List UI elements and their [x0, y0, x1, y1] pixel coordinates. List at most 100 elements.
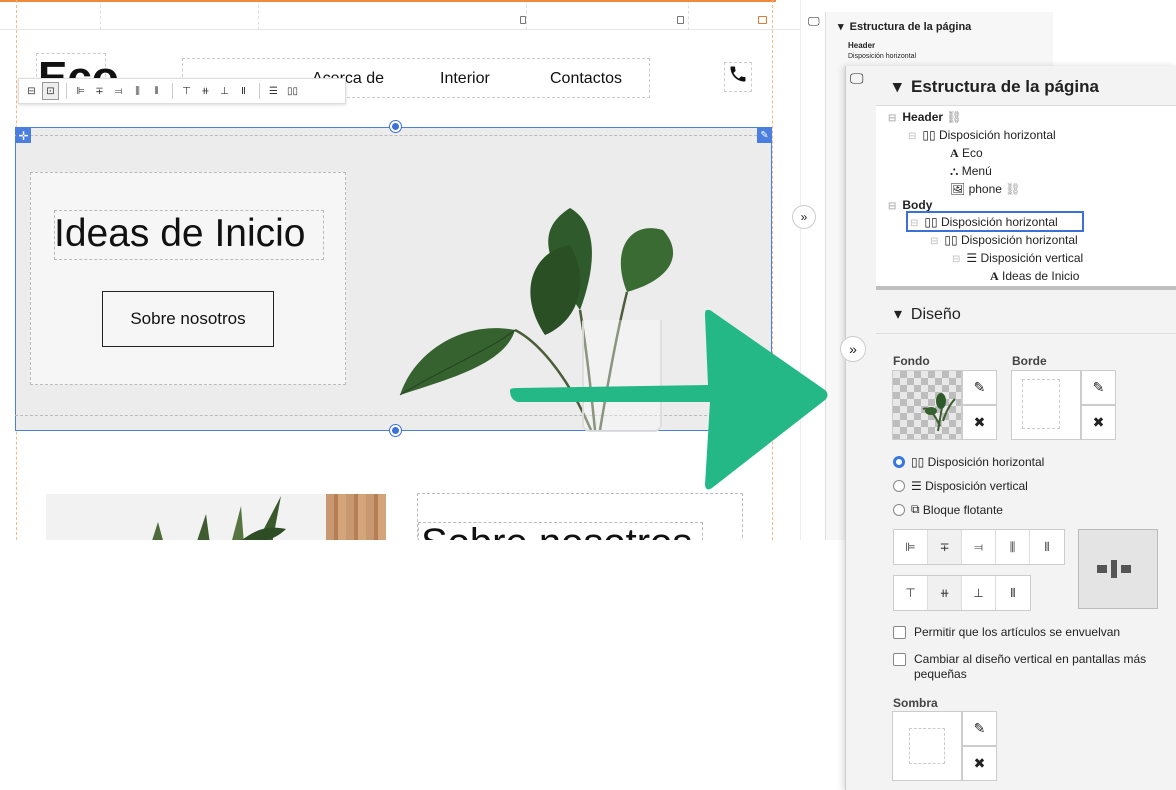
space-between-icon[interactable]: ⫴	[1030, 530, 1064, 564]
checkbox-label: Cambiar al diseño vertical en pantallas …	[914, 652, 1147, 681]
align-right-icon[interactable]: ⫤	[110, 82, 127, 100]
radio-floating-block[interactable]: ⧉ Bloque flotante	[893, 502, 1003, 517]
move-handle-icon[interactable]: ✛	[16, 128, 31, 143]
remove-background-icon[interactable]: ✖	[962, 405, 997, 440]
fill-width-icon[interactable]: ⊡	[42, 82, 59, 100]
tree-item-body-layout-selected[interactable]: ⊟ ▯▯ Disposición horizontal	[910, 215, 1058, 229]
edit-shadow-icon[interactable]: ✎	[962, 711, 997, 746]
vertical-layout-icon[interactable]: ☰	[265, 82, 282, 100]
tree-item-nested-horizontal[interactable]: ⊟ ▯▯ Disposición horizontal	[930, 233, 1078, 247]
vertical-layout-icon: ☰	[966, 251, 978, 265]
align-center-icon[interactable]: ∓	[91, 82, 108, 100]
horizontal-layout-icon: ▯▯	[922, 128, 936, 142]
hero-title[interactable]: Ideas de Inicio	[54, 212, 306, 256]
align-right-icon[interactable]: ⫤	[962, 530, 996, 564]
radio-vertical-layout[interactable]: ☰ Disposición vertical	[893, 479, 1028, 493]
hero-text-container[interactable]	[30, 172, 346, 385]
desktop-view-icon[interactable]: 🖵	[850, 70, 864, 87]
back-panel-title: ▾ Estructura de la página	[838, 21, 972, 33]
radio-label: Bloque flotante	[922, 502, 1003, 517]
edit-pencil-icon[interactable]: ✎	[757, 128, 772, 143]
tree-label: Disposición horizontal	[938, 128, 1056, 142]
space-around-icon[interactable]: ⫼	[996, 530, 1030, 564]
fit-content-icon[interactable]: ⊟	[23, 82, 40, 100]
structure-title[interactable]: ▾ Estructura de la página	[893, 77, 1099, 97]
align-left-icon[interactable]: ⊫	[72, 82, 89, 100]
alignment-preview-icon	[1097, 560, 1131, 578]
radio-checked[interactable]	[893, 456, 905, 468]
layout-toolbar: ⊟ ⊡ ⊫ ∓ ⫤ ⫼ ⫴ ⊤ ⧺ ⊥ Ⅱ ☰ ▯▯	[18, 78, 346, 104]
align-bottom-icon[interactable]: ⊥	[216, 82, 233, 100]
collapse-toggle-icon[interactable]: ⊟	[888, 113, 896, 124]
menu-item-interior[interactable]: Interior	[440, 70, 490, 88]
edit-background-icon[interactable]: ✎	[962, 370, 997, 405]
back-panel-header-item[interactable]: Header	[848, 41, 875, 50]
vertical-layout-icon: ☰	[911, 479, 922, 493]
edit-border-icon[interactable]: ✎	[1081, 370, 1116, 405]
align-middle-icon[interactable]: ⧺	[928, 576, 962, 610]
hero-about-button[interactable]: Sobre nosotros	[102, 291, 274, 347]
checkbox-label: Permitir que los artículos se envuelvan	[914, 625, 1121, 639]
stretch-icon[interactable]: Ⅱ	[996, 576, 1030, 610]
vertical-on-small-option[interactable]: Cambiar al diseño vertical en pantallas …	[893, 652, 1163, 682]
design-title[interactable]: ▾ Diseño	[894, 304, 961, 324]
laptop-breakpoint-icon[interactable]	[758, 16, 767, 24]
collapse-toggle-icon[interactable]: ⊟	[888, 201, 896, 212]
horizontal-layout-icon[interactable]: ▯▯	[284, 82, 301, 100]
align-middle-icon[interactable]: ⧺	[197, 82, 214, 100]
collapse-toggle-icon[interactable]: ⊟	[952, 254, 960, 265]
tree-label: Body	[902, 198, 933, 212]
mobile-breakpoint-icon[interactable]	[520, 16, 526, 24]
radio-unchecked[interactable]	[893, 480, 905, 492]
collapse-toggle-icon[interactable]: ⊟	[908, 131, 916, 142]
wrap-items-option[interactable]: Permitir que los artículos se envuelvan	[893, 625, 1163, 640]
background-label: Fondo	[893, 354, 930, 368]
wrap-items-checkbox[interactable]	[893, 626, 906, 639]
align-center-icon[interactable]: ∓	[928, 530, 962, 564]
resize-handle-top[interactable]	[390, 121, 401, 132]
tree-item-menu[interactable]: ⛬ Menú	[950, 164, 992, 179]
tree-item-phone[interactable]: 🖼 phone ⛓	[950, 182, 1021, 196]
remove-shadow-icon[interactable]: ✖	[962, 746, 997, 781]
tree-label: Disposición horizontal	[960, 233, 1078, 247]
shadow-swatch[interactable]	[892, 711, 962, 781]
collapse-panel-icon[interactable]: »	[840, 336, 866, 362]
space-around-icon[interactable]: ⫼	[129, 82, 146, 100]
border-swatch[interactable]	[1011, 370, 1081, 440]
collapse-toggle-icon[interactable]: ⊟	[910, 218, 918, 229]
remove-border-icon[interactable]: ✖	[1081, 405, 1116, 440]
background-thumbnail-image	[922, 393, 956, 432]
collapse-toggle-icon[interactable]: ⊟	[930, 236, 938, 247]
tree-item-header[interactable]: ⊟ Header ⛓	[888, 110, 962, 124]
tree-label: Header	[902, 110, 944, 124]
space-between-icon[interactable]: ⫴	[148, 82, 165, 100]
alignment-preview	[1078, 529, 1158, 609]
align-left-icon[interactable]: ⊫	[894, 530, 928, 564]
resize-handle-bottom[interactable]	[390, 425, 401, 436]
align-bottom-icon[interactable]: ⊥	[962, 576, 996, 610]
radio-label: Disposición horizontal	[927, 455, 1045, 469]
radio-horizontal-layout[interactable]: ▯▯ Disposición horizontal	[893, 455, 1044, 469]
menu-item-contactos[interactable]: Contactos	[550, 70, 622, 88]
phone-icon[interactable]	[728, 64, 748, 84]
background-swatch[interactable]	[892, 370, 962, 440]
tree-item-ideas[interactable]: A Ideas de Inicio	[990, 269, 1079, 284]
tablet-breakpoint-icon[interactable]	[677, 16, 684, 24]
tree-label: Menú	[961, 164, 992, 178]
section2-heading[interactable]: Sobre nosotros	[418, 522, 703, 540]
tree-item-eco[interactable]: A Eco	[950, 146, 983, 161]
menu-tree-icon: ⛬	[950, 164, 959, 178]
shadow-preview	[909, 728, 945, 764]
expand-panel-icon[interactable]: »	[792, 205, 816, 229]
tree-item-vertical[interactable]: ⊟ ☰ Disposición vertical	[952, 251, 1083, 265]
tree-item-header-layout[interactable]: ⊟ ▯▯ Disposición horizontal	[908, 128, 1056, 142]
align-top-icon[interactable]: ⊤	[178, 82, 195, 100]
tree-item-body[interactable]: ⊟ Body	[888, 198, 932, 212]
align-top-icon[interactable]: ⊤	[894, 576, 928, 610]
back-panel-layout-item[interactable]: Disposición horizontal	[848, 53, 916, 60]
structure-title-text: Estructura de la página	[910, 77, 1099, 96]
stretch-icon[interactable]: Ⅱ	[235, 82, 252, 100]
vertical-on-small-checkbox[interactable]	[893, 653, 906, 666]
radio-unchecked[interactable]	[893, 503, 905, 516]
desktop-view-icon[interactable]: 🖵	[808, 14, 820, 29]
